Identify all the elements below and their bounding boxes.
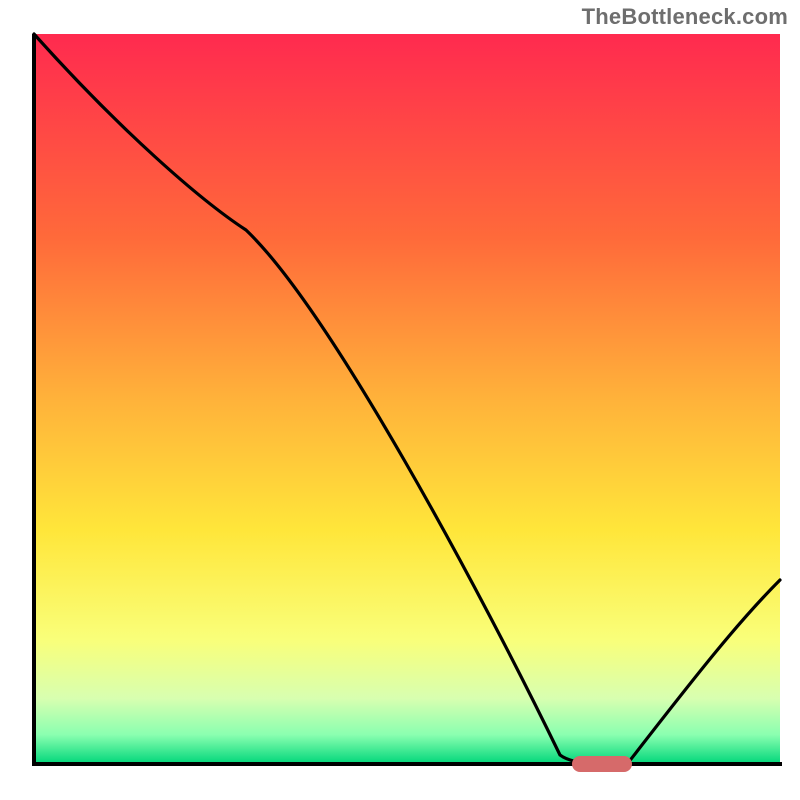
optimum-marker: [572, 756, 632, 772]
chart-container: TheBottleneck.com: [0, 0, 800, 800]
bottleneck-chart: [0, 0, 800, 800]
gradient-background: [34, 34, 780, 764]
